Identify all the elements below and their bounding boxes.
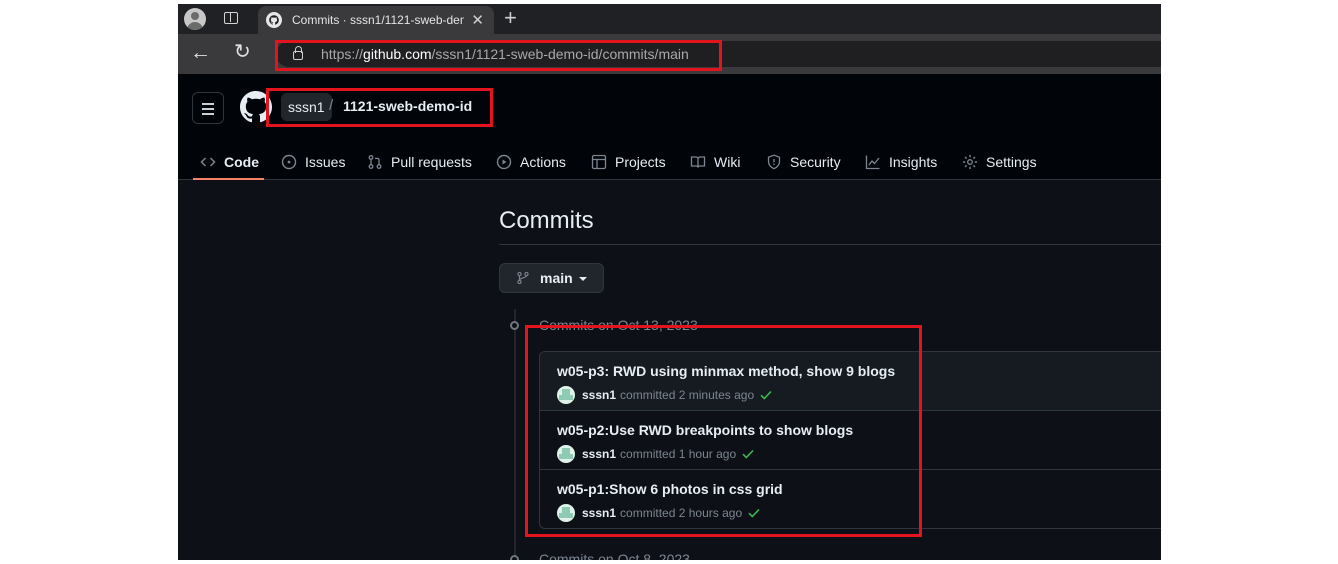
tab-code[interactable]: Code [200, 144, 259, 180]
tab-security[interactable]: Security [766, 144, 841, 180]
screenshot-frame: Commits · sssn1/1121-sweb-demo-id ✕ + ← … [178, 4, 1161, 560]
play-icon [496, 154, 512, 170]
page-title: Commits [499, 207, 594, 234]
tab-actions-icon[interactable] [224, 12, 238, 24]
tab-actions[interactable]: Actions [496, 144, 566, 180]
tab-wiki[interactable]: Wiki [690, 144, 740, 180]
back-arrow-icon[interactable]: ← [190, 42, 211, 64]
github-favicon-icon [266, 12, 282, 28]
shield-icon [767, 154, 781, 170]
browser-tab-title: Commits · sssn1/1121-sweb-demo-id [292, 13, 464, 27]
commit-group-dot-icon [510, 321, 519, 330]
pull-request-icon [368, 155, 382, 169]
active-tab-underline [193, 178, 264, 180]
annotation-box-repo [266, 88, 493, 127]
commit-group-heading: Commits on Oct 8, 2023 [539, 551, 690, 560]
tab-insights[interactable]: Insights [865, 144, 937, 180]
table-icon [591, 154, 607, 170]
tab-settings[interactable]: Settings [962, 144, 1037, 180]
branch-name: main [540, 270, 573, 286]
chevron-down-icon [579, 277, 587, 281]
browser-tab-strip: Commits · sssn1/1121-sweb-demo-id ✕ + [178, 4, 1161, 34]
hamburger-menu-button[interactable] [192, 92, 224, 124]
annotation-box-url [275, 40, 722, 71]
code-icon [200, 157, 216, 167]
tab-issues[interactable]: Issues [281, 144, 345, 180]
gear-icon [963, 155, 977, 169]
tab-projects[interactable]: Projects [591, 144, 666, 180]
new-tab-button[interactable]: + [504, 6, 517, 30]
branch-icon [517, 271, 529, 285]
branch-selector-button[interactable]: main [499, 263, 604, 293]
graph-icon [865, 155, 880, 170]
title-divider [499, 244, 1161, 245]
book-icon [690, 156, 706, 168]
annotation-box-commits [525, 325, 922, 537]
profile-avatar-icon[interactable] [184, 8, 206, 30]
issue-icon [281, 154, 297, 170]
tab-close-icon[interactable]: ✕ [471, 11, 484, 29]
tab-pull-requests[interactable]: Pull requests [367, 144, 472, 180]
commit-group-dot-icon [510, 555, 519, 560]
timeline-line [514, 309, 516, 560]
reload-icon[interactable]: ↻ [234, 41, 251, 63]
browser-tab-active[interactable]: Commits · sssn1/1121-sweb-demo-id ✕ [258, 6, 494, 34]
